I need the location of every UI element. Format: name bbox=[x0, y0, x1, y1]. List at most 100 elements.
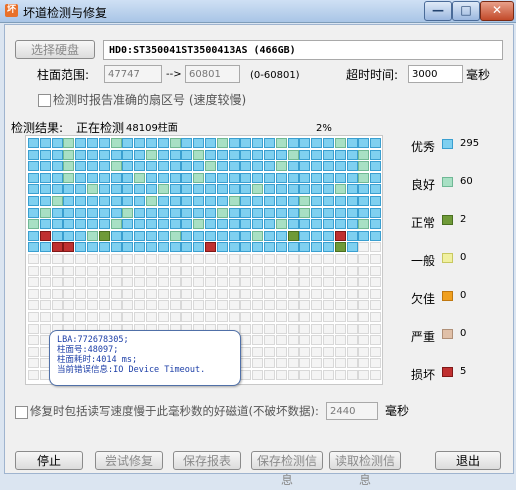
scan-cell[interactable] bbox=[334, 219, 346, 230]
scan-cell[interactable] bbox=[181, 196, 193, 206]
scan-cell[interactable] bbox=[311, 323, 323, 334]
scan-cell[interactable] bbox=[252, 219, 264, 230]
scan-cell[interactable] bbox=[216, 172, 228, 183]
scan-cell[interactable] bbox=[181, 184, 193, 195]
scan-cell[interactable] bbox=[323, 161, 334, 172]
scan-cell[interactable] bbox=[323, 265, 334, 276]
scan-cell[interactable] bbox=[146, 172, 157, 183]
scan-cell[interactable] bbox=[87, 138, 98, 148]
scan-cell[interactable] bbox=[51, 277, 63, 288]
scan-cell[interactable] bbox=[205, 138, 216, 148]
scan-cell[interactable] bbox=[110, 230, 122, 241]
scan-cell[interactable] bbox=[134, 138, 146, 148]
scan-cell[interactable] bbox=[98, 219, 110, 230]
scan-cell[interactable] bbox=[346, 265, 358, 276]
scan-cell[interactable] bbox=[311, 370, 323, 380]
scan-cell[interactable] bbox=[28, 300, 39, 311]
scan-cell[interactable] bbox=[311, 358, 323, 369]
scan-cell[interactable] bbox=[87, 277, 98, 288]
scan-cell[interactable] bbox=[370, 219, 382, 230]
scan-cell[interactable] bbox=[287, 161, 299, 172]
scan-cell[interactable] bbox=[216, 196, 228, 206]
save-info-button[interactable]: 保存检测信息 bbox=[251, 451, 323, 487]
scan-cell[interactable] bbox=[228, 254, 240, 264]
scan-cell[interactable] bbox=[311, 184, 323, 195]
scan-cell[interactable] bbox=[169, 207, 181, 218]
scan-cell[interactable] bbox=[28, 288, 39, 299]
scan-cell[interactable] bbox=[28, 254, 39, 264]
scan-cell[interactable] bbox=[169, 138, 181, 148]
scan-cell[interactable] bbox=[193, 219, 205, 230]
scan-cell[interactable] bbox=[39, 300, 51, 311]
scan-cell[interactable] bbox=[75, 300, 87, 311]
timeout-input[interactable]: 3000 bbox=[408, 65, 463, 83]
scan-cell[interactable] bbox=[264, 149, 275, 160]
scan-cell[interactable] bbox=[240, 242, 252, 253]
maximize-button[interactable]: □ bbox=[452, 1, 480, 21]
scan-cell[interactable] bbox=[370, 323, 382, 334]
scan-cell[interactable] bbox=[252, 242, 264, 253]
scan-cell[interactable] bbox=[287, 184, 299, 195]
scan-cell[interactable] bbox=[216, 254, 228, 264]
scan-cell[interactable] bbox=[252, 254, 264, 264]
scan-cell[interactable] bbox=[299, 323, 311, 334]
scan-cell[interactable] bbox=[252, 172, 264, 183]
scan-cell[interactable] bbox=[28, 196, 39, 206]
scan-cell[interactable] bbox=[157, 254, 169, 264]
scan-cell[interactable] bbox=[323, 207, 334, 218]
scan-cell[interactable] bbox=[87, 242, 98, 253]
scan-cell[interactable] bbox=[299, 230, 311, 241]
scan-cell[interactable] bbox=[75, 172, 87, 183]
scan-cell[interactable] bbox=[193, 149, 205, 160]
scan-cell[interactable] bbox=[323, 230, 334, 241]
scan-cell[interactable] bbox=[39, 254, 51, 264]
scan-cell[interactable] bbox=[146, 312, 157, 322]
scan-cell[interactable] bbox=[122, 254, 134, 264]
scan-cell[interactable] bbox=[299, 358, 311, 369]
scan-cell[interactable] bbox=[181, 288, 193, 299]
close-button[interactable]: ✕ bbox=[480, 1, 514, 21]
scan-cell[interactable] bbox=[334, 300, 346, 311]
scan-cell[interactable] bbox=[240, 196, 252, 206]
scan-cell[interactable] bbox=[358, 196, 370, 206]
scan-cell[interactable] bbox=[346, 207, 358, 218]
scan-cell[interactable] bbox=[157, 172, 169, 183]
scan-cell[interactable] bbox=[240, 138, 252, 148]
scan-cell[interactable] bbox=[98, 277, 110, 288]
scan-cell[interactable] bbox=[216, 149, 228, 160]
scan-cell[interactable] bbox=[28, 265, 39, 276]
scan-cell[interactable] bbox=[252, 346, 264, 357]
scan-cell[interactable] bbox=[51, 300, 63, 311]
scan-cell[interactable] bbox=[157, 300, 169, 311]
scan-cell[interactable] bbox=[216, 288, 228, 299]
scan-cell[interactable] bbox=[370, 242, 382, 253]
scan-cell[interactable] bbox=[252, 288, 264, 299]
scan-cell[interactable] bbox=[181, 300, 193, 311]
scan-cell[interactable] bbox=[169, 254, 181, 264]
scan-cell[interactable] bbox=[28, 184, 39, 195]
scan-cell[interactable] bbox=[323, 346, 334, 357]
scan-cell[interactable] bbox=[63, 312, 75, 322]
scan-cell[interactable] bbox=[28, 219, 39, 230]
scan-cell[interactable] bbox=[252, 335, 264, 346]
scan-cell[interactable] bbox=[299, 312, 311, 322]
scan-cell[interactable] bbox=[181, 265, 193, 276]
scan-cell[interactable] bbox=[370, 138, 382, 148]
scan-cell[interactable] bbox=[287, 312, 299, 322]
scan-cell[interactable] bbox=[358, 346, 370, 357]
exit-button[interactable]: 退出 bbox=[435, 451, 501, 470]
scan-cell[interactable] bbox=[358, 149, 370, 160]
scan-cell[interactable] bbox=[193, 312, 205, 322]
scan-cell[interactable] bbox=[39, 196, 51, 206]
scan-cell[interactable] bbox=[228, 312, 240, 322]
scan-cell[interactable] bbox=[228, 277, 240, 288]
scan-cell[interactable] bbox=[146, 161, 157, 172]
scan-cell[interactable] bbox=[228, 138, 240, 148]
scan-cell[interactable] bbox=[264, 184, 275, 195]
scan-cell[interactable] bbox=[134, 300, 146, 311]
scan-cell[interactable] bbox=[28, 358, 39, 369]
scan-cell[interactable] bbox=[75, 230, 87, 241]
scan-cell[interactable] bbox=[122, 230, 134, 241]
scan-cell[interactable] bbox=[346, 358, 358, 369]
scan-cell[interactable] bbox=[205, 149, 216, 160]
